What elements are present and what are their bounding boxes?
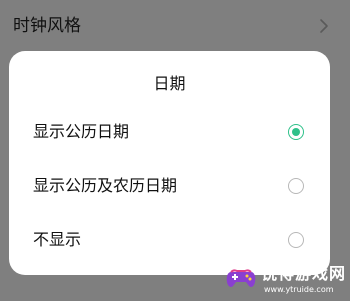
option-solar-lunar-date[interactable]: 显示公历及农历日期 xyxy=(9,163,330,209)
option-solar-date[interactable]: 显示公历日期 xyxy=(9,109,330,155)
watermark-title: 锐得游戏网 xyxy=(261,264,347,283)
radio-solar-lunar-date[interactable] xyxy=(288,178,304,194)
dialog-title: 日期 xyxy=(153,74,186,93)
watermark: 锐得游戏网 www.ytruide.com xyxy=(221,258,350,301)
clock-style-setting-label: 时钟风格 xyxy=(13,16,81,36)
date-dialog: 日期 显示公历日期 显示公历及农历日期 不显示 xyxy=(9,51,330,275)
option-solar-lunar-date-label: 显示公历及农历日期 xyxy=(33,176,178,195)
clock-style-setting-row[interactable]: 时钟风格 xyxy=(0,0,350,52)
radio-hide-date[interactable] xyxy=(288,232,304,248)
chevron-right-icon xyxy=(316,16,332,36)
option-hide-date-label: 不显示 xyxy=(33,230,82,249)
game-controller-icon xyxy=(225,262,257,294)
watermark-url: www.ytruide.com xyxy=(264,285,334,294)
option-solar-date-label: 显示公历日期 xyxy=(33,122,130,141)
radio-solar-date[interactable] xyxy=(288,124,304,140)
option-hide-date[interactable]: 不显示 xyxy=(9,217,330,263)
